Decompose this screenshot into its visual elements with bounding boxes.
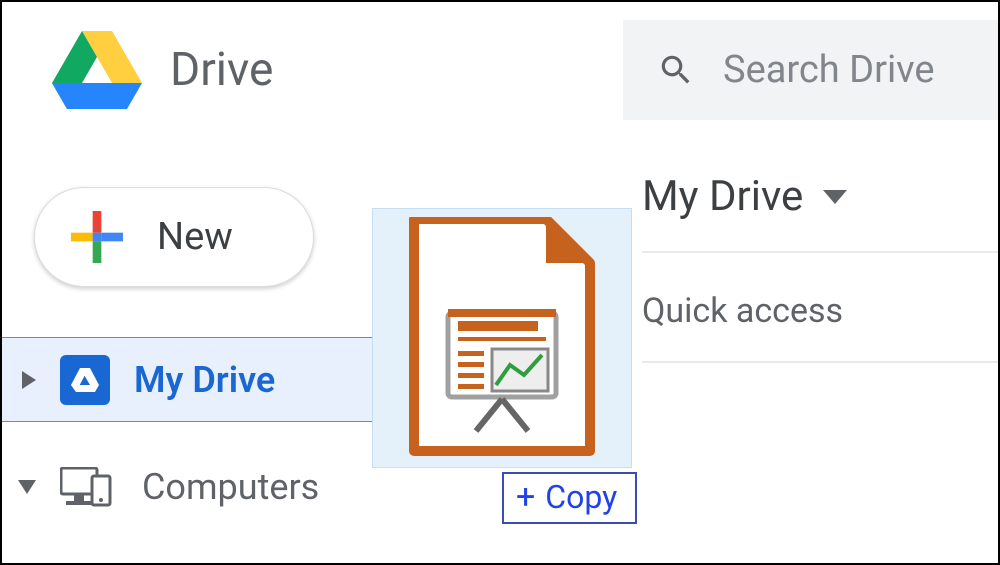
header: Drive Search Drive xyxy=(2,2,998,137)
devices-icon xyxy=(60,467,112,507)
search-placeholder: Search Drive xyxy=(723,48,935,92)
breadcrumb-label: My Drive xyxy=(642,172,803,221)
plus-icon: + xyxy=(516,480,535,514)
product-logo-wrap[interactable]: Drive xyxy=(52,31,273,109)
main: My Drive Quick access xyxy=(642,172,998,363)
expand-icon[interactable] xyxy=(18,480,36,494)
search-icon xyxy=(657,51,695,89)
sidebar-item-label: Computers xyxy=(142,466,319,508)
drop-action-badge: + Copy xyxy=(502,472,637,524)
breadcrumb[interactable]: My Drive xyxy=(642,172,998,253)
new-button[interactable]: New xyxy=(34,187,314,287)
presentation-file-icon xyxy=(406,217,598,459)
drag-ghost-file[interactable] xyxy=(372,208,632,468)
plus-icon xyxy=(71,211,123,263)
expand-icon[interactable] xyxy=(22,371,36,389)
drive-disk-icon xyxy=(60,355,110,405)
sidebar-item-label: My Drive xyxy=(134,359,275,401)
drive-logo-icon xyxy=(52,31,142,109)
chevron-down-icon xyxy=(823,190,847,204)
quick-access-section: Quick access xyxy=(642,253,998,363)
search-input[interactable]: Search Drive xyxy=(623,20,998,120)
quick-access-label: Quick access xyxy=(642,291,843,331)
new-button-label: New xyxy=(157,215,233,259)
product-name: Drive xyxy=(170,43,273,97)
drop-action-label: Copy xyxy=(545,478,617,516)
